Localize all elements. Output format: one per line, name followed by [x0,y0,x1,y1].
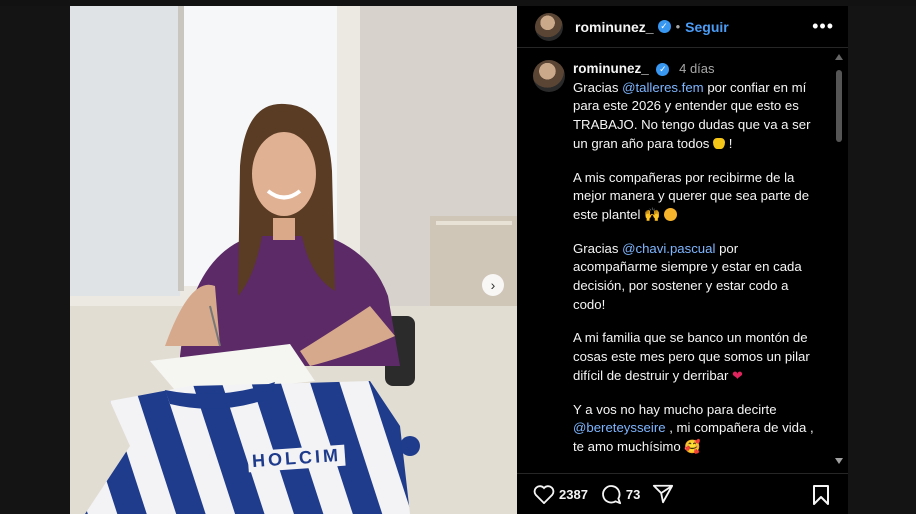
yellow-heart-icon [713,137,726,149]
caption-paragraph-4: A mi familia que se banco un montón de c… [573,329,823,385]
photo-image [70,6,517,514]
verified-badge-icon: ✓ [656,63,670,77]
caption-paragraph-1: Gracias @talleres.fem por confiar en mí … [573,79,823,154]
save-button[interactable] [812,484,830,509]
caption-text-span: Gracias [573,240,623,256]
share-action[interactable] [652,483,678,505]
caption-post: rominunez_ ✓ 4 días Gracias @talleres.fe… [517,48,848,457]
caption-text-span: Gracias [573,79,623,95]
left-backdrop [0,6,70,514]
caption-username[interactable]: rominunez_ [573,61,649,76]
caption-text-span: ! [725,135,733,151]
heart-icon [533,485,555,504]
caption-text-span: A mis compañeras por recibirme de la mej… [573,169,810,222]
caption-paragraph-3: Gracias @chavi.pascual por acompañarme s… [573,240,823,315]
mention-link[interactable]: @bereteysseire [573,420,666,435]
share-icon [653,484,674,504]
red-heart-icon: ❤ [732,367,744,383]
caption-text-span: A mi familia que se banco un montón de c… [573,330,810,383]
verified-badge-icon: ✓ [657,20,671,33]
mention-link[interactable]: @talleres.fem [622,80,704,95]
scroll-down-icon[interactable] [835,458,843,464]
caption-text-span: Y a vos no hay mucho para decirte [573,401,777,417]
heart-eyes-emoji-icon: 🥰 [684,438,701,454]
like-action[interactable]: 2387 [533,484,588,504]
smile-emoji-icon [664,207,678,221]
caption-area: rominunez_ ✓ 4 días Gracias @talleres.fe… [517,48,848,472]
caption-avatar[interactable] [533,60,565,92]
comment-action[interactable]: 73 [600,483,640,505]
follow-button[interactable]: Seguir [685,19,729,35]
bookmark-icon [813,485,829,505]
post-header: rominunez_ ✓ • Seguir ••• [517,6,848,48]
action-bar: 2387 73 [517,473,848,514]
post-panel: rominunez_ ✓ • Seguir ••• rominunez_ ✓ 4… [517,6,848,514]
avatar[interactable] [535,12,563,41]
chevron-right-icon: › [490,277,496,293]
right-backdrop [848,6,916,514]
next-photo-button[interactable]: › [482,274,504,296]
comment-count: 73 [625,486,641,502]
like-count: 2387 [559,486,588,502]
more-options-icon[interactable]: ••• [812,16,834,37]
post-photo[interactable]: HOLCIM [70,6,517,514]
caption-paragraph-2: A mis compañeras por recibirme de la mej… [573,169,823,225]
post-time[interactable]: 4 días [679,61,714,76]
scrollbar-thumb[interactable] [836,70,842,142]
separator-dot: • [675,19,681,34]
scroll-up-icon[interactable] [835,54,843,60]
header-username[interactable]: rominunez_ [575,19,654,35]
caption-paragraph-5: Y a vos no hay mucho para decirte @beret… [573,401,823,457]
caption-text: rominunez_ ✓ 4 días Gracias @talleres.fe… [573,60,823,457]
comment-icon [602,485,622,505]
mention-link[interactable]: @chavi.pascual [622,241,715,256]
